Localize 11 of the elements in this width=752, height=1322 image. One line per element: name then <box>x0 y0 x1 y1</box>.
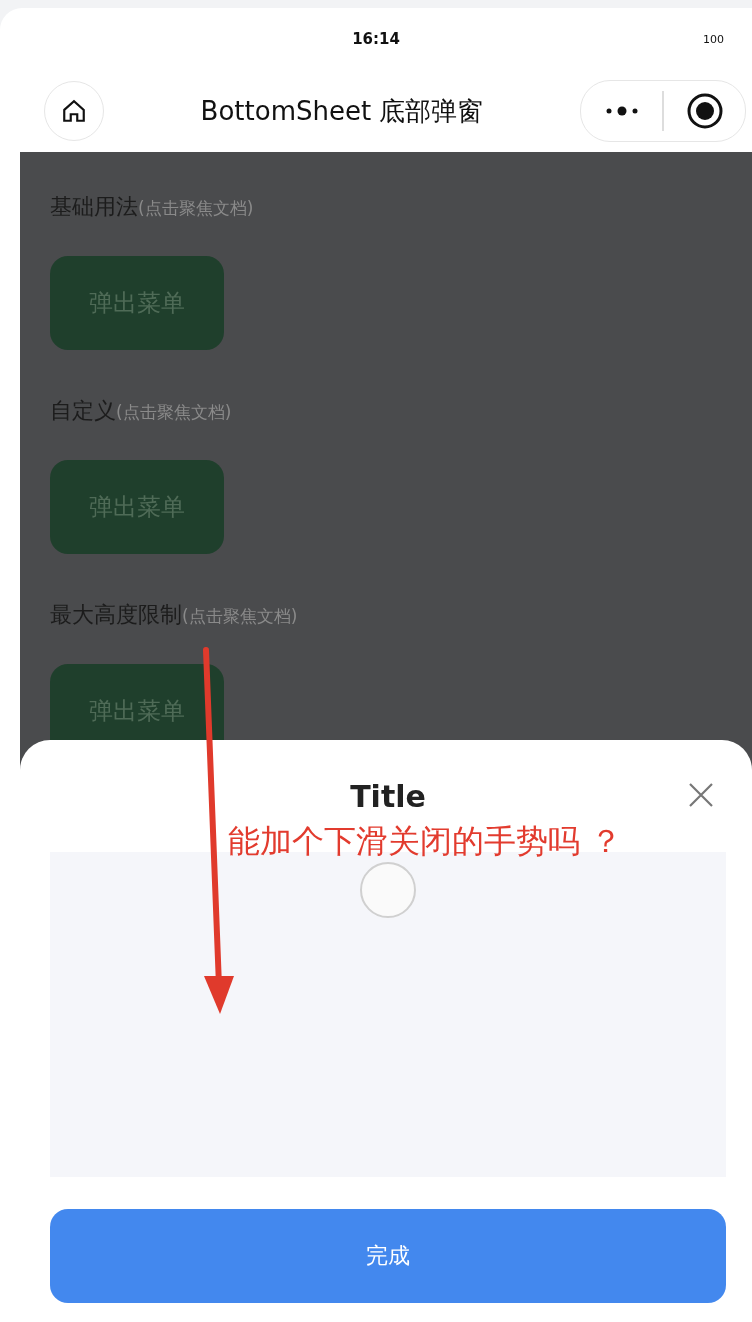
status-time: 16:14 <box>352 30 400 48</box>
section-hint: (点击聚焦文档) <box>116 401 232 424</box>
done-button[interactable]: 完成 <box>50 1209 726 1303</box>
annotation-text: 能加个下滑关闭的手势吗 ？ <box>228 821 623 862</box>
battery-level: 100 <box>703 32 724 46</box>
page-title: BottomSheet 底部弹窗 <box>200 94 484 128</box>
section-hint: (点击聚焦文档) <box>138 198 254 220</box>
record-icon <box>685 92 724 130</box>
section-hint: (点击聚焦文档) <box>182 605 298 628</box>
home-icon <box>61 98 87 124</box>
sheet-title: Title <box>350 778 426 814</box>
